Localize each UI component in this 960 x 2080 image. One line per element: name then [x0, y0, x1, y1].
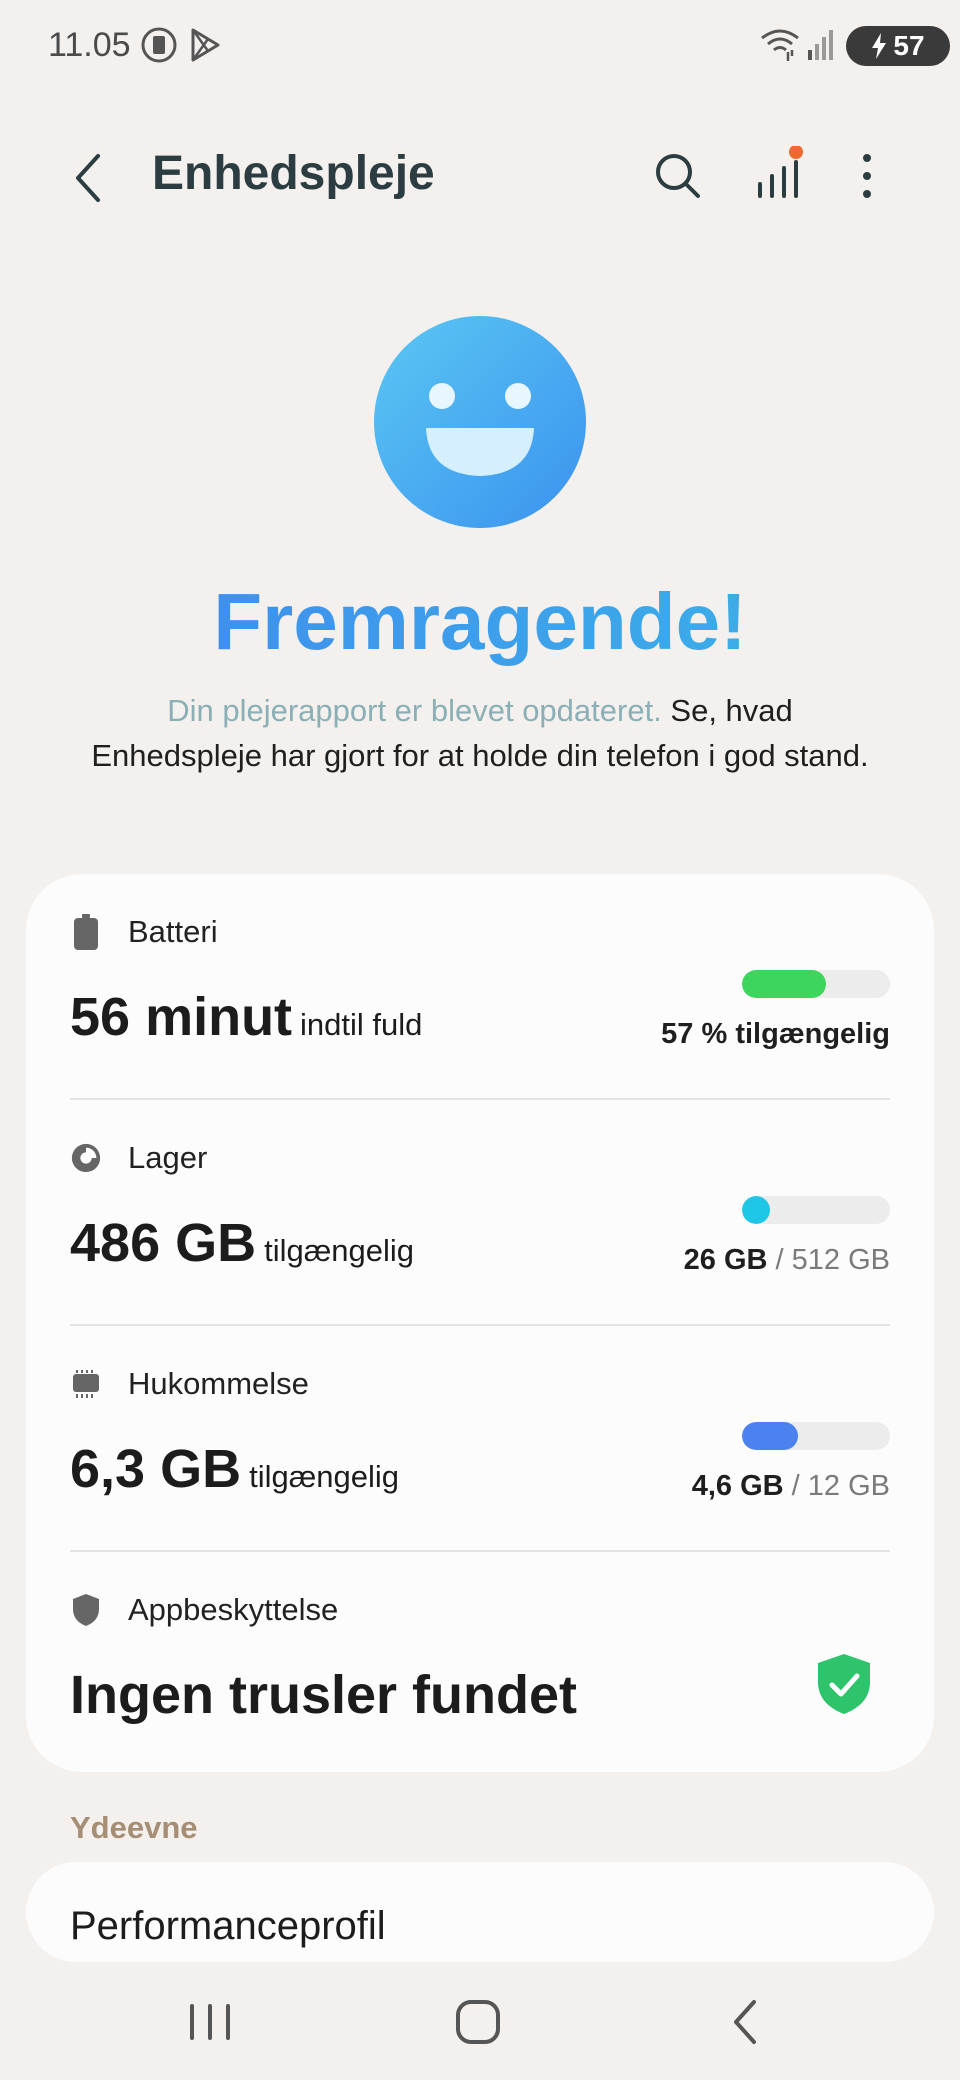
shield-icon: [73, 1594, 99, 1626]
memory-chip-icon: [73, 1370, 99, 1398]
notification-dot: [789, 146, 803, 159]
pie-chart-icon: [71, 1143, 101, 1173]
performance-profile-item[interactable]: Performanceprofil: [26, 1862, 934, 1962]
memory-total: 12 GB: [807, 1470, 890, 1502]
battery-bar-fill: [742, 970, 826, 998]
play-store-icon: [191, 28, 220, 62]
app-protection-section[interactable]: Appbeskyttelse Ingen trusler fundet: [70, 1552, 890, 1778]
protection-icon-wrap: [70, 1592, 102, 1628]
memory-icon-wrap: [70, 1366, 102, 1402]
memory-usage: 4,6 GB / 12 GB: [692, 1470, 890, 1503]
battery-available-text: 57 % tilgængelig: [661, 1018, 890, 1050]
battery-section[interactable]: Batteri 56 minut indtil fuld 57 % tilgæng…: [70, 874, 890, 1100]
battery-time-value: 56 minut indtil fuld: [70, 986, 422, 1048]
memory-label: Hukommelse: [128, 1366, 309, 1401]
memory-bar: [742, 1422, 890, 1450]
memory-bar-fill: [742, 1422, 798, 1450]
storage-available-value: 486 GB tilgængelig: [70, 1212, 414, 1274]
back-button[interactable]: [60, 148, 120, 208]
battery-icon: [74, 914, 98, 950]
report-link[interactable]: Din plejerapport er blevet opdateret.: [167, 693, 662, 728]
storage-icon-wrap: [70, 1140, 102, 1176]
storage-value: 486 GB: [70, 1213, 257, 1273]
recent-apps-icon[interactable]: [180, 1992, 240, 2052]
battery-available: 57 % tilgængelig: [661, 1018, 890, 1051]
memory-suffix: tilgængelig: [249, 1459, 400, 1494]
battery-value: 56 minut: [70, 987, 293, 1047]
status-bar: 11.05 57: [0, 0, 960, 90]
storage-used: 26 GB: [683, 1244, 768, 1276]
battery-label-row: Batteri: [70, 912, 218, 952]
care-summary-card: Batteri 56 minut indtil fuld 57 % tilgæng…: [26, 874, 934, 1772]
battery-level-text: 57: [893, 30, 925, 61]
storage-usage: 26 GB / 512 GB: [684, 1244, 890, 1277]
report-description: Din plejerapport er blevet opdateret. Se…: [90, 688, 870, 778]
storage-bar: [742, 1196, 890, 1224]
signal-icon: [808, 30, 833, 60]
performance-section-header: Ydeevne: [70, 1810, 198, 1845]
home-icon[interactable]: [448, 1992, 508, 2052]
page-title: Enhedspleje: [152, 147, 435, 200]
search-icon[interactable]: [648, 146, 708, 206]
memory-label-row: Hukommelse: [70, 1364, 309, 1404]
storage-label: Lager: [128, 1140, 208, 1175]
nav-back-icon[interactable]: [716, 1992, 776, 2052]
memory-used: 4,6 GB: [691, 1470, 784, 1502]
storage-separator: /: [767, 1244, 792, 1276]
smiley-face-icon: [374, 316, 586, 528]
storage-bar-fill: [742, 1196, 770, 1224]
battery-bar: [742, 970, 890, 998]
status-title: Fremragende!: [0, 576, 960, 668]
status-time: 11.05: [48, 26, 131, 64]
more-vert-icon[interactable]: [842, 146, 892, 206]
storage-section[interactable]: Lager 486 GB tilgængelig 26 GB / 512 GB: [70, 1100, 890, 1326]
wifi-icon: [761, 29, 799, 61]
protection-label: Appbeskyttelse: [128, 1592, 339, 1627]
memory-section[interactable]: Hukommelse 6,3 GB tilgængelig 4,6 GB / 12…: [70, 1326, 890, 1552]
protection-status: Ingen trusler fundet: [70, 1665, 578, 1725]
protection-label-row: Appbeskyttelse: [70, 1590, 338, 1630]
battery-suffix: indtil fuld: [300, 1007, 423, 1042]
storage-suffix: tilgængelig: [264, 1233, 415, 1268]
storage-label-row: Lager: [70, 1138, 207, 1178]
stats-icon[interactable]: [752, 146, 812, 206]
battery-indicator: 57: [846, 26, 950, 66]
app-bar: Enhedspleje: [0, 120, 960, 230]
shield-check-icon: [818, 1654, 870, 1714]
performance-profile-title: Performanceprofil: [70, 1904, 386, 1948]
navigation-bar: [0, 1962, 960, 2080]
battery-icon-wrap: [70, 914, 102, 950]
storage-total: 512 GB: [791, 1244, 890, 1276]
memory-value: 6,3 GB: [70, 1439, 242, 1499]
memory-available-value: 6,3 GB tilgængelig: [70, 1438, 399, 1500]
charging-icon: [872, 33, 887, 59]
screen-record-icon: [141, 27, 177, 63]
memory-separator: /: [783, 1470, 808, 1502]
battery-label: Batteri: [128, 914, 218, 949]
